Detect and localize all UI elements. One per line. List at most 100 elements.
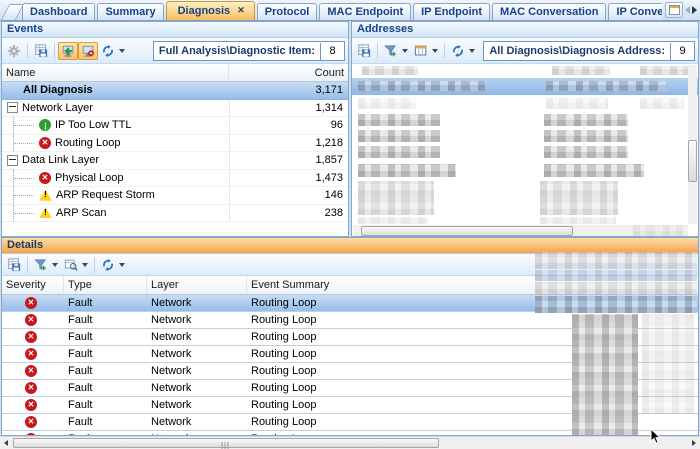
tab[interactable]: IP Conversation ✕ <box>608 3 662 20</box>
save-icon[interactable] <box>354 41 374 60</box>
locate-icon[interactable] <box>61 255 81 274</box>
blurred-text <box>535 252 697 269</box>
addresses-list-redacted[interactable] <box>352 64 698 237</box>
diagnosis-name: ARP Request Storm <box>56 189 155 201</box>
tab[interactable]: MAC Conversation ✕ <box>492 3 606 20</box>
tab[interactable]: Dashboard ✕ <box>22 3 95 20</box>
tab[interactable]: Summary ✕ <box>97 3 163 20</box>
diagnosis-count: 1,473 <box>315 172 348 184</box>
details-layer: Network <box>147 382 247 394</box>
error-icon <box>25 297 37 309</box>
column-header-layer[interactable]: Layer <box>147 276 247 294</box>
tab-label: Diagnosis <box>178 5 231 17</box>
blurred-text <box>546 81 666 91</box>
blurred-text <box>642 314 694 414</box>
dropdown-caret-icon[interactable] <box>52 263 58 267</box>
events-tree-row[interactable]: All Diagnosis 3,171 <box>2 82 348 100</box>
tab-close-icon[interactable]: ✕ <box>237 6 245 15</box>
events-tree-row[interactable]: ARP Request Storm 146 <box>2 187 348 205</box>
tab-label: IP Endpoint <box>421 6 482 18</box>
details-panel: Details Severity Type Layer Event <box>1 237 699 436</box>
events-counter-label: Full Analysis\Diagnostic Item: <box>154 43 320 60</box>
toolbar-separator <box>27 43 28 59</box>
blurred-text <box>358 114 440 126</box>
application-window: Dashboard ✕ Summary ✕ Diagnosis ✕ Protoc… <box>0 0 700 449</box>
scroll-tabs-right-icon[interactable] <box>692 6 697 14</box>
dropdown-caret-icon[interactable] <box>469 49 475 53</box>
dropdown-caret-icon[interactable] <box>119 263 125 267</box>
tab[interactable]: Protocol ✕ <box>257 3 318 20</box>
blurred-text <box>640 98 684 109</box>
scroll-tabs-left-icon[interactable] <box>685 6 690 14</box>
diagnosis-name: ARP Scan <box>56 207 107 219</box>
scroll-left-icon[interactable] <box>4 440 8 446</box>
refresh-icon[interactable] <box>98 255 118 274</box>
addresses-vertical-scrollbar[interactable] <box>688 65 697 224</box>
scroll-right-icon[interactable] <box>692 440 696 446</box>
blurred-text <box>544 146 628 158</box>
column-settings-icon[interactable] <box>411 41 431 60</box>
details-layer: Network <box>147 331 247 343</box>
monitor-red-dot-icon[interactable] <box>78 42 98 60</box>
scrollbar-thumb[interactable] <box>688 140 697 182</box>
events-counter: Full Analysis\Diagnostic Item: 8 <box>153 41 345 61</box>
dropdown-caret-icon[interactable] <box>402 49 408 53</box>
filter-icon[interactable] <box>31 255 51 274</box>
details-type: Fault <box>64 331 147 343</box>
column-header-severity[interactable]: Severity <box>2 276 64 294</box>
save-icon[interactable] <box>4 255 24 274</box>
details-layer: Network <box>147 297 247 309</box>
scrollbar-thumb[interactable] <box>13 438 439 448</box>
details-horizontal-scrollbar[interactable] <box>0 436 700 449</box>
dropdown-caret-icon[interactable] <box>82 263 88 267</box>
selected-address-row[interactable] <box>352 78 698 95</box>
blurred-text <box>546 98 608 109</box>
events-tree-row[interactable]: ARP Scan 238 <box>2 205 348 223</box>
details-type: Fault <box>64 382 147 394</box>
events-tree-row[interactable]: Data Link Layer 1,857 <box>2 152 348 170</box>
tab-strip-decoration <box>1 4 25 20</box>
toolbar-separator <box>377 43 378 59</box>
addresses-counter-label: All Diagnosis\Diagnosis Address: <box>484 43 670 60</box>
tab-label: Dashboard <box>30 6 87 18</box>
events-tree-row[interactable]: IP Too Low TTL 96 <box>2 117 348 135</box>
events-tree-row[interactable]: Physical Loop 1,473 <box>2 170 348 188</box>
scrollbar-grip <box>222 442 231 449</box>
tab-strip: Dashboard ✕ Summary ✕ Diagnosis ✕ Protoc… <box>22 0 662 20</box>
monitor-green-arrow-icon[interactable] <box>58 42 78 60</box>
blurred-text <box>358 181 434 215</box>
save-icon[interactable] <box>31 41 51 60</box>
details-layer: Network <box>147 348 247 360</box>
gear-icon[interactable] <box>4 41 24 60</box>
blurred-text <box>535 270 697 281</box>
addresses-horizontal-scrollbar[interactable] <box>353 225 688 237</box>
events-tree-row[interactable]: Routing Loop 1,218 <box>2 135 348 153</box>
tab[interactable]: Diagnosis ✕ <box>166 1 255 20</box>
diagnosis-status-icon <box>39 172 51 184</box>
events-panel-title: Events <box>2 22 348 38</box>
tree-collapse-icon[interactable] <box>7 102 18 113</box>
filter-icon[interactable] <box>381 41 401 60</box>
tree-collapse-icon[interactable] <box>7 155 18 166</box>
window-list-icon[interactable] <box>665 2 683 18</box>
blurred-text <box>552 66 610 75</box>
toolbar-separator <box>27 257 28 273</box>
events-counter-value: 8 <box>320 43 344 60</box>
tab[interactable]: IP Endpoint ✕ <box>413 3 490 20</box>
refresh-icon[interactable] <box>448 41 468 60</box>
tab-bar-tools <box>662 2 700 20</box>
blurred-text <box>358 130 440 142</box>
refresh-icon[interactable] <box>98 41 118 60</box>
column-header-count[interactable]: Count <box>229 64 348 81</box>
column-header-name[interactable]: Name <box>2 64 229 81</box>
dropdown-caret-icon[interactable] <box>432 49 438 53</box>
details-layer: Network <box>147 416 247 428</box>
tab-label: Summary <box>105 6 155 18</box>
error-icon <box>25 314 37 326</box>
events-tree-row[interactable]: Network Layer 1,314 <box>2 100 348 118</box>
column-header-type[interactable]: Type <box>64 276 147 294</box>
scrollbar-thumb[interactable] <box>361 226 573 236</box>
tab[interactable]: MAC Endpoint ✕ <box>319 3 411 20</box>
dropdown-caret-icon[interactable] <box>119 49 125 53</box>
blurred-text <box>358 81 486 91</box>
